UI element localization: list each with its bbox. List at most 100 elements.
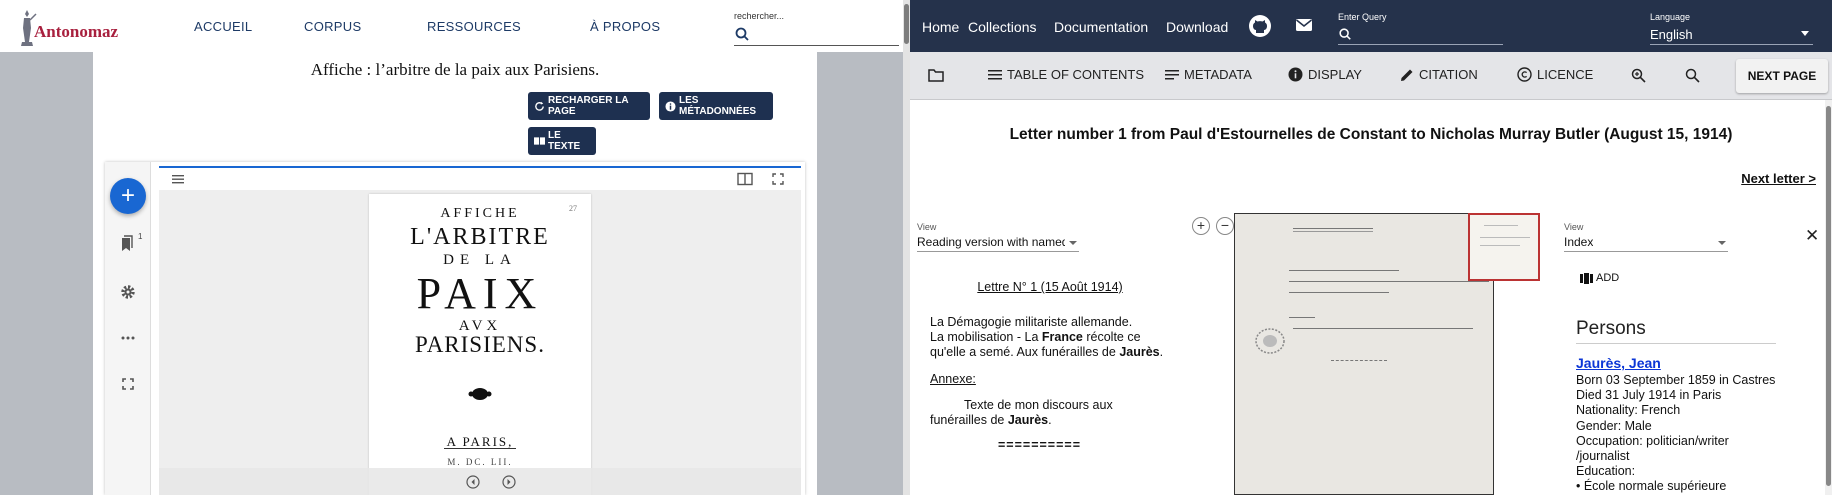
document-page-image[interactable]: 27 AFFICHE L'ARBITRE DE LA PAIX AVX PARI… — [369, 194, 591, 495]
image-zoom-out-button[interactable]: − — [1216, 217, 1234, 235]
scrollbar-thumb[interactable] — [904, 4, 909, 44]
edition-toolbar: TABLE OF CONTENTS METADATA DISPLAY CITAT… — [910, 52, 1832, 100]
maximize-icon[interactable] — [771, 172, 785, 186]
page-line-parisiens: PARISIENS. — [415, 332, 545, 357]
copyright-icon — [1517, 67, 1532, 82]
gear-icon[interactable] — [118, 282, 138, 302]
image-thumbnail[interactable] — [1468, 213, 1540, 281]
github-icon[interactable] — [1248, 14, 1272, 38]
folder-icon[interactable] — [928, 68, 944, 82]
doc-line — [1289, 317, 1315, 318]
previous-page-icon[interactable] — [466, 475, 480, 489]
language-select[interactable]: Language English — [1650, 12, 1813, 45]
more-options-icon[interactable] — [118, 328, 138, 348]
query-label: Enter Query — [1338, 12, 1387, 22]
info-icon — [1288, 67, 1303, 82]
book-icon — [534, 137, 545, 145]
display-button[interactable]: DISPLAY — [1288, 67, 1362, 82]
ornament-icon — [468, 388, 492, 400]
mirador-viewer: + 1 27 AFFICHE L'ARBITRE DE LA PAIX AVX … — [105, 162, 805, 495]
doc-line — [1293, 231, 1373, 232]
page-rule — [444, 448, 516, 449]
add-entry-button[interactable]: ADD — [1580, 272, 1619, 284]
search-placeholder: rechercher... — [734, 11, 785, 21]
view-value: Reading version with named entities — [917, 235, 1065, 249]
transcription-text: Lettre N° 1 (15 Août 1914) La Démagogie … — [930, 280, 1170, 453]
person-gender: Gender: Male — [1576, 418, 1652, 433]
doc-line — [1289, 292, 1389, 293]
antonomaz-logo[interactable]: Antonomaz — [14, 8, 134, 46]
fullscreen-icon[interactable] — [118, 374, 138, 394]
stamp-icon — [1255, 328, 1285, 354]
person-died: Died 31 July 1914 in Paris — [1576, 388, 1722, 403]
nav-corpus[interactable]: CORPUS — [304, 19, 361, 34]
list-icon — [988, 69, 1002, 79]
zoom-in-icon[interactable] — [1631, 68, 1646, 83]
bookmark-icon[interactable] — [118, 234, 138, 254]
page-footer-date: M. DC. LII. — [447, 457, 513, 467]
panel-view-select[interactable]: View Index — [1564, 222, 1728, 252]
manuscript-image[interactable] — [1234, 213, 1494, 495]
page-line-de-la: DE LA — [443, 252, 517, 268]
doc-line — [1480, 237, 1530, 238]
book-view-icon[interactable] — [737, 172, 753, 186]
text-button[interactable]: LE TEXTE — [528, 127, 596, 155]
view-value: Index — [1564, 235, 1594, 249]
next-page-icon[interactable] — [502, 475, 516, 489]
panel-scrollbar[interactable] — [1825, 100, 1832, 495]
mail-icon[interactable] — [1295, 18, 1313, 32]
scrollbar-thumb[interactable] — [1826, 106, 1831, 486]
reload-page-button[interactable]: RECHARGER LA PAGE — [528, 92, 650, 120]
entity-france[interactable]: France — [1042, 330, 1083, 344]
close-icon[interactable]: ✕ — [1805, 226, 1819, 246]
letter-title: Letter number 1 from Paul d'Estournelles… — [1009, 126, 1733, 143]
query-input[interactable]: Enter Query — [1338, 12, 1503, 45]
nav-documentation[interactable]: Documentation — [1054, 19, 1148, 35]
next-letter-link[interactable]: Next letter > — [1741, 171, 1816, 186]
page-line-arbitre: L'ARBITRE — [410, 224, 550, 250]
letter-heading: Lettre N° 1 (15 Août 1914) — [977, 280, 1123, 294]
licence-button[interactable]: LICENCE — [1517, 67, 1593, 82]
evt-pane: Home Collections Documentation Download … — [910, 0, 1832, 495]
entity-jaures[interactable]: Jaurès — [1008, 413, 1048, 427]
columns-icon — [1580, 272, 1593, 284]
display-label: DISPLAY — [1308, 67, 1362, 82]
search-input[interactable]: rechercher... — [734, 8, 899, 46]
menu-icon[interactable] — [171, 172, 185, 186]
metadata-button[interactable]: METADATA — [1165, 67, 1252, 82]
nav-collections[interactable]: Collections — [968, 19, 1036, 35]
person-education: Education: — [1576, 464, 1636, 479]
doc-line — [1293, 228, 1373, 229]
nav-ressources[interactable]: RESSOURCES — [427, 19, 521, 34]
text-view-select[interactable]: View Reading version with named entities — [917, 222, 1079, 252]
doc-line — [1484, 225, 1518, 226]
citation-button[interactable]: CITATION — [1400, 67, 1478, 82]
add-label: ADD — [1596, 272, 1620, 284]
page-nav-bar — [159, 468, 801, 495]
nav-a-propos[interactable]: À PROPOS — [590, 19, 660, 34]
pencil-icon — [1401, 69, 1413, 81]
zoom-out-icon[interactable] — [1685, 68, 1700, 83]
doc-line — [1331, 360, 1387, 361]
page-scrollbar[interactable] — [903, 0, 910, 495]
metadata-label: METADATA — [1184, 67, 1252, 82]
person-occupation-cont: /journalist — [1576, 449, 1630, 464]
annexe-heading: Annexe: — [930, 372, 976, 386]
person-name-link[interactable]: Jaurès, Jean — [1576, 355, 1661, 371]
entity-jaures[interactable]: Jaurès — [1119, 345, 1159, 359]
metadata-button[interactable]: LES MÉTADONNÉES — [659, 92, 773, 120]
next-page-button[interactable]: NEXT PAGE — [1736, 59, 1828, 93]
bookmark-badge: 1 — [138, 232, 143, 241]
nav-home[interactable]: Home — [922, 19, 959, 35]
text-span: . — [1048, 413, 1052, 427]
nav-download[interactable]: Download — [1166, 19, 1228, 35]
add-resource-button[interactable]: + — [110, 178, 146, 214]
refresh-icon — [535, 101, 544, 111]
nav-accueil[interactable]: ACCUEIL — [194, 19, 252, 34]
image-zoom-in-button[interactable]: + — [1192, 217, 1210, 235]
toc-button[interactable]: TABLE OF CONTENTS — [988, 67, 1144, 82]
notes-icon — [1165, 69, 1179, 79]
person-details: Born 03 September 1859 in Castres Died 3… — [1576, 373, 1816, 495]
paragraph-1: La mobilisation - La France récolte ce q… — [930, 330, 1170, 360]
content-column: Affiche : l’arbitre de la paix aux Paris… — [93, 52, 817, 495]
